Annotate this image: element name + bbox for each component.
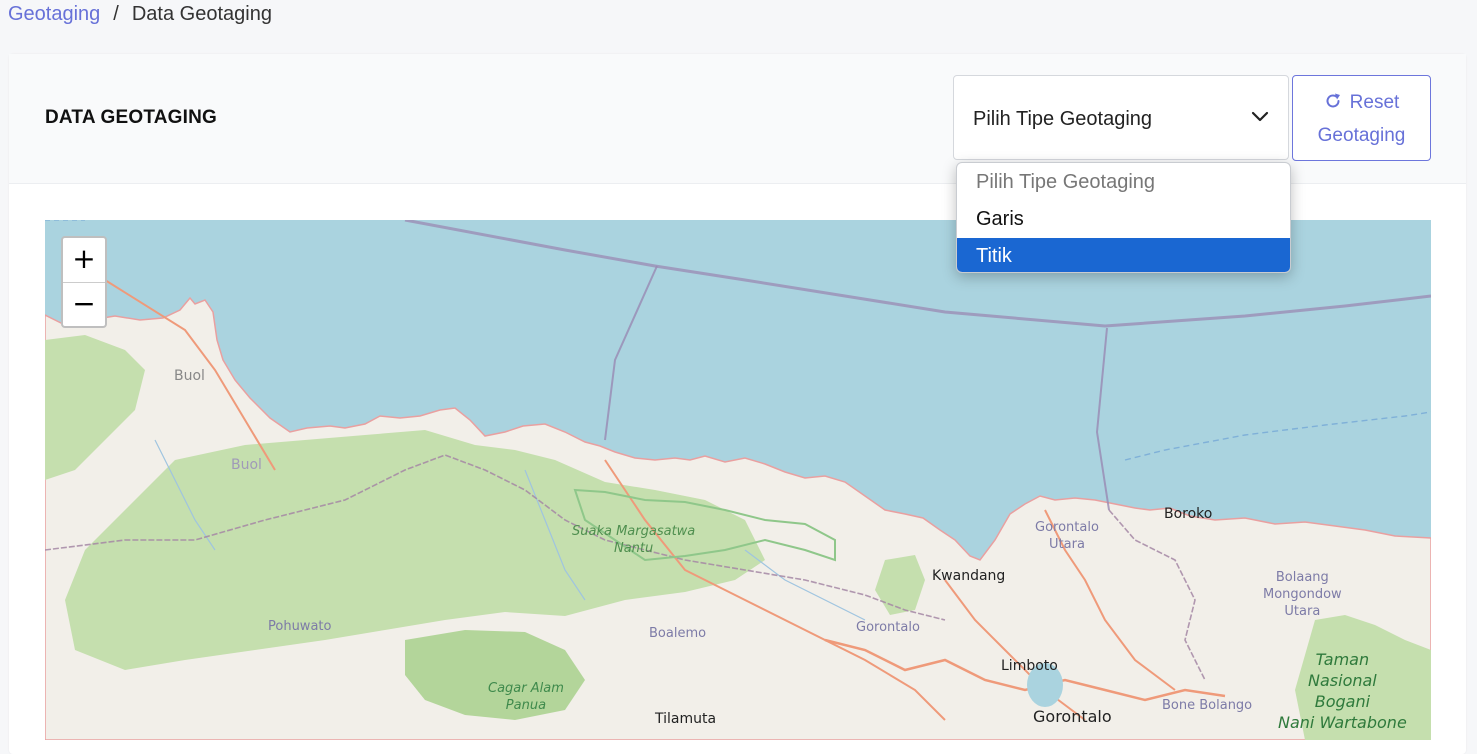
breadcrumb-separator: / xyxy=(113,3,119,25)
map-tiles xyxy=(45,220,1431,740)
reset-label-line2: Geotaging xyxy=(1317,125,1406,146)
page-title: DATA GEOTAGING xyxy=(45,107,218,128)
geotaging-card: DATA GEOTAGING Pilih Tipe Geotaging Rese… xyxy=(9,54,1466,754)
map-label-gorontalo-region: Gorontalo xyxy=(856,620,920,635)
map-label-limboto: Limboto xyxy=(1001,658,1058,674)
geotaging-type-select[interactable]: Pilih Tipe Geotaging xyxy=(953,75,1289,160)
geotag-map[interactable]: Buol Buol Suaka Margasatwa Nantu Gorontal… xyxy=(45,220,1431,740)
map-label-kwandang: Kwandang xyxy=(932,568,1006,584)
map-label-boalemo: Boalemo xyxy=(649,626,707,641)
map-label-bolaang: Bolaang Mongondow Utara xyxy=(1263,570,1342,619)
option-titik[interactable]: Titik xyxy=(957,238,1290,272)
zoom-out-button[interactable]: − xyxy=(63,283,105,326)
map-label-pohuwato: Pohuwato xyxy=(268,619,332,634)
breadcrumb-link-geotaging[interactable]: Geotaging xyxy=(8,3,100,25)
zoom-control: + − xyxy=(61,236,107,328)
refresh-icon xyxy=(1326,93,1340,108)
option-garis[interactable]: Garis xyxy=(957,201,1290,238)
map-label-taman-nasional: Taman Nasional Bogani Nani Wartabone xyxy=(1278,650,1407,732)
breadcrumb-current: Data Geotaging xyxy=(131,3,272,25)
map-label-buol-b: Buol xyxy=(231,457,262,473)
map-label-cagar-alam: Cagar Alam Panua xyxy=(488,681,564,713)
map-label-bone-bolango: Bone Bolango xyxy=(1162,698,1253,713)
option-placeholder[interactable]: Pilih Tipe Geotaging xyxy=(957,164,1290,201)
select-value: Pilih Tipe Geotaging xyxy=(973,108,1153,130)
map-label-gorontalo-utara: Gorontalo Utara xyxy=(1035,520,1099,552)
reset-geotaging-button[interactable]: Reset Geotaging xyxy=(1292,75,1431,161)
geotaging-type-dropdown: Pilih Tipe Geotaging Garis Titik xyxy=(956,162,1291,273)
reset-label-line1: Reset xyxy=(1349,92,1400,113)
map-label-gorontalo-city: Gorontalo xyxy=(1033,707,1112,726)
map-label-boroko: Boroko xyxy=(1164,506,1213,522)
chevron-down-icon xyxy=(1251,111,1269,122)
map-label-buol-a: Buol xyxy=(174,368,205,384)
map-label-tilamuta: Tilamuta xyxy=(655,711,717,727)
zoom-in-button[interactable]: + xyxy=(63,238,105,283)
map-label-suaka: Suaka Margasatwa Nantu xyxy=(572,524,696,556)
breadcrumb: Geotaging / Data Geotaging xyxy=(8,3,272,26)
